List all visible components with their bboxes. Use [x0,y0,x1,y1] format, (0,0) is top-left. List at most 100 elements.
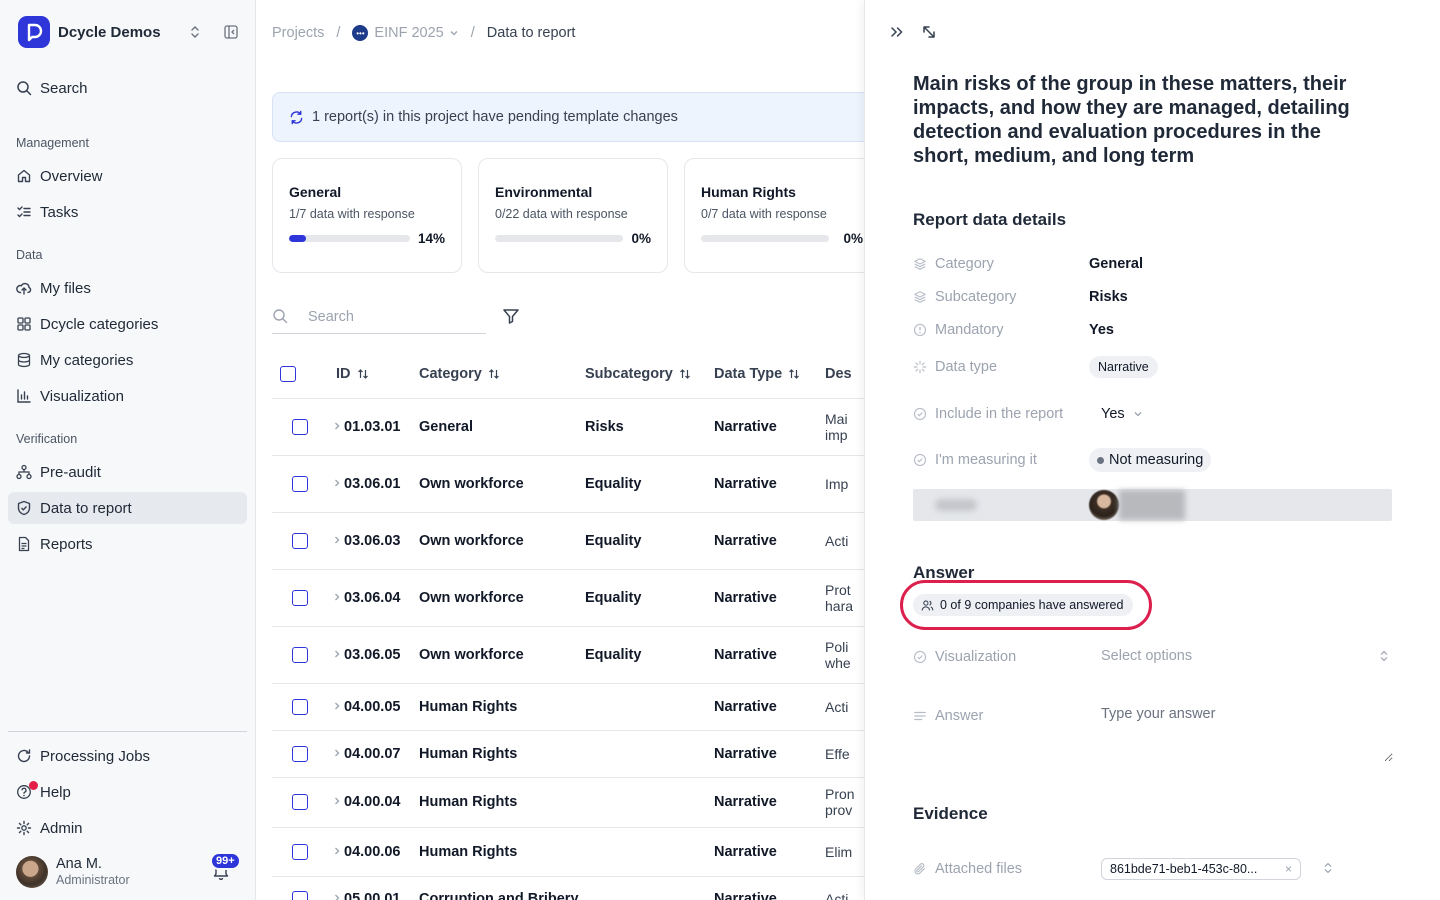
layers-icon [914,291,926,303]
org-switcher[interactable]: Dcycle Demos [18,16,161,48]
summary-card-environmental[interactable]: Environmental 0/22 data with response 0% [478,158,668,273]
remove-file-icon[interactable]: × [1285,862,1292,876]
breadcrumb: Projects / ••• EINF 2025 / Data to repor… [272,25,575,41]
breadcrumb-current: Data to report [486,25,576,41]
blurred-owner-name [1119,490,1185,520]
cell-id: 03.06.01 [344,455,419,513]
sidebar-item-my-files[interactable]: My files [8,272,247,304]
row-checkbox[interactable] [292,475,308,492]
sidebar-search[interactable]: Search [8,72,247,104]
row-checkbox[interactable] [292,794,308,811]
search-input[interactable] [308,308,478,325]
table-row[interactable]: 04.00.05 Human Rights Narrative Acti [272,683,864,731]
expand-icon[interactable] [921,24,937,40]
select-all-checkbox[interactable] [280,365,296,382]
cell-category: Own workforce [419,626,585,684]
row-checkbox[interactable] [292,418,308,435]
sort-icon [488,368,500,380]
pending-changes-banner[interactable]: 1 report(s) in this project have pending… [272,92,864,142]
search-icon [273,309,288,324]
label: Mandatory [935,322,1004,338]
measuring-status-badge[interactable]: Not measuring [1089,448,1212,472]
row-checkbox[interactable] [292,532,308,549]
answer-textarea[interactable] [1089,696,1393,762]
sidebar-item-label: Admin [40,819,83,837]
sidebar-item-reports[interactable]: Reports [8,528,247,560]
sidebar-item-data-to-report[interactable]: Data to report [8,492,247,524]
visualization-select[interactable]: Select options [1101,648,1391,664]
sidebar-item-my-categories[interactable]: My categories [8,344,247,376]
sidebar-item-label: Search [40,79,88,97]
row-checkbox[interactable] [292,843,308,860]
row-checkbox[interactable] [292,698,308,715]
breadcrumb-projects[interactable]: Projects [272,25,324,41]
row-checkbox[interactable] [292,890,308,900]
row-checkbox[interactable] [292,646,308,663]
chevron-right-icon[interactable] [332,846,342,856]
summary-card-general[interactable]: General 1/7 data with response 14% [272,158,462,273]
include-select[interactable]: Yes [1101,406,1143,422]
chevron-right-icon[interactable] [332,748,342,758]
card-percent: 0% [843,231,863,246]
chevron-right-icon[interactable] [332,478,342,488]
attached-file-chip[interactable]: 861bde71-beb1-453c-80... × [1101,858,1301,880]
user-role: Administrator [56,873,130,887]
chevron-right-icon[interactable] [332,592,342,602]
table-row[interactable]: 03.06.04 Own workforce Equality Narrative Pr… [272,569,864,627]
cell-id: 05.00.01 [344,876,419,900]
detail-mandatory: Mandatory Yes [913,320,1392,340]
chevron-right-icon[interactable] [332,701,342,711]
collapse-sidebar-icon[interactable] [223,24,239,40]
summary-card-human-rights[interactable]: Human Rights 0/7 data with response 0% [684,158,864,273]
table-row[interactable]: 04.00.04 Human Rights Narrative Pron prov [272,777,864,828]
close-panel-icon[interactable] [889,24,905,40]
label: Category [935,256,994,272]
table-row[interactable]: 05.00.01 Corruption and Bribery Narrative A… [272,876,864,900]
table-row[interactable]: 04.00.07 Human Rights Narrative Effe [272,730,864,778]
breadcrumb-separator: / [470,25,475,41]
column-id[interactable]: ID [312,350,419,399]
filter-icon[interactable] [502,307,520,325]
breadcrumb-project[interactable]: ••• EINF 2025 [352,25,458,41]
row-checkbox[interactable] [292,745,308,762]
cell-subcategory: Risks [585,398,714,456]
label: Answer [935,708,984,724]
table-row[interactable]: 01.03.01 General Risks Narrative Mai imp [272,398,864,456]
chevron-up-down-icon[interactable] [187,24,203,40]
column-category[interactable]: Category [419,350,585,399]
chevron-right-icon[interactable] [332,796,342,806]
sidebar-item-help[interactable]: Help [8,776,247,808]
sidebar-item-pre-audit[interactable]: Pre-audit [8,456,247,488]
sidebar-item-visualization[interactable]: Visualization [8,380,247,412]
chevron-up-down-icon[interactable] [1321,861,1335,875]
cell-subcategory [585,730,714,778]
sidebar-item-tasks[interactable]: Tasks [8,196,247,228]
sidebar-item-label: Visualization [40,387,124,405]
column-data-type[interactable]: Data Type [714,350,825,399]
column-subcategory[interactable]: Subcategory [585,350,714,399]
sort-icon [788,368,800,380]
chevron-right-icon[interactable] [332,893,342,900]
user-menu[interactable]: Ana M. Administrator [16,856,130,888]
table-row[interactable]: 03.06.01 Own workforce Equality Narrative Im… [272,455,864,513]
table-row[interactable]: 04.00.06 Human Rights Narrative Elim [272,827,864,877]
row-checkbox[interactable] [292,589,308,606]
paperclip-icon [914,863,925,875]
chevron-right-icon[interactable] [332,535,342,545]
sidebar-item-admin[interactable]: Admin [8,812,247,844]
sidebar-divider [8,731,247,732]
cell-data-type: Narrative [714,683,825,731]
table-row[interactable]: 03.06.05 Own workforce Equality Narrative Po… [272,626,864,684]
chevron-right-icon[interactable] [332,649,342,659]
sidebar-item-dcycle-categories[interactable]: Dcycle categories [8,308,247,340]
cell-data-type: Narrative [714,455,825,513]
sidebar-item-processing-jobs[interactable]: Processing Jobs [8,740,247,772]
cell-description: Mai imp [825,398,864,456]
column-description[interactable]: Des [825,350,864,399]
sidebar-item-overview[interactable]: Overview [8,160,247,192]
chevron-right-icon[interactable] [332,421,342,431]
cell-id: 04.00.04 [344,777,419,828]
help-notification-dot [29,781,38,790]
detail-data-type: Data type Narrative [913,354,1392,380]
table-row[interactable]: 03.06.03 Own workforce Equality Narrative Ac… [272,512,864,570]
